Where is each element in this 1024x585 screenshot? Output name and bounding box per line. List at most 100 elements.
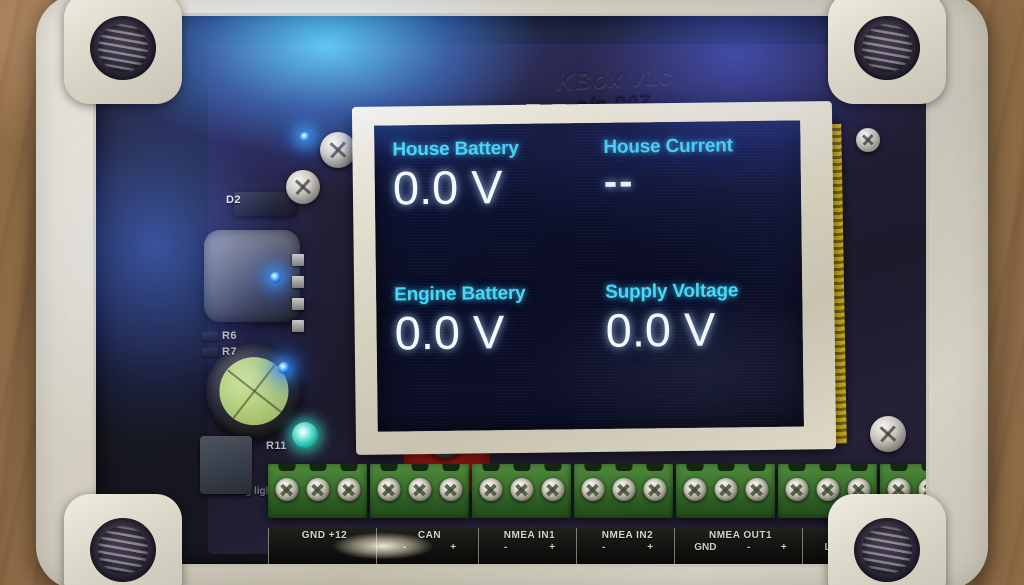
smd-resistor	[202, 332, 218, 341]
corner-mounting-hole-top-right	[828, 0, 946, 104]
terminal-position[interactable]	[577, 464, 608, 514]
terminal-position[interactable]	[506, 464, 537, 514]
terminal-screw[interactable]	[306, 478, 329, 501]
terminal-screw[interactable]	[581, 478, 604, 501]
terminal-screw[interactable]	[541, 478, 564, 501]
terminal-block[interactable]	[472, 464, 571, 518]
pin-minus: -	[601, 542, 606, 553]
readout-house-current: House Current --	[587, 120, 802, 276]
photo-scene: KBox v1c s/n 007 D2 R6 R7 D5 running lig…	[0, 0, 1024, 585]
status-led-teal	[292, 422, 318, 448]
pin-minus: -	[402, 542, 407, 553]
readout-label: Engine Battery	[394, 282, 526, 306]
terminal-screw[interactable]	[714, 478, 737, 501]
mounting-screw	[320, 132, 356, 168]
readout-value: --	[603, 159, 635, 204]
readout-label: House Current	[603, 135, 733, 158]
smd-component	[292, 320, 304, 332]
pin-minus: -	[503, 542, 508, 553]
label-text: GND +12	[301, 530, 348, 541]
terminal-screw[interactable]	[479, 478, 502, 501]
readout-label: Supply Voltage	[605, 280, 739, 303]
terminal-screw[interactable]	[510, 478, 533, 501]
pin-minus: -	[747, 542, 751, 553]
smd-component	[292, 276, 304, 288]
status-led-blue	[278, 362, 290, 374]
terminal-position[interactable]	[404, 464, 435, 514]
readout-house-battery: House Battery 0.0 V	[374, 123, 589, 279]
terminal-position[interactable]	[271, 464, 302, 514]
terminal-block[interactable]	[574, 464, 673, 518]
terminal-screw[interactable]	[643, 478, 666, 501]
smd-component	[292, 254, 304, 266]
silkscreen-d2: D2	[226, 194, 241, 206]
lcd-module-frame: House Battery 0.0 V House Current -- Eng…	[351, 101, 837, 455]
terminal-screw[interactable]	[275, 478, 298, 501]
label-group-power: GND +12	[268, 528, 376, 564]
terminal-block[interactable]	[268, 464, 367, 518]
mounting-screw	[856, 128, 880, 152]
readout-engine-battery: Engine Battery 0.0 V	[376, 276, 591, 432]
label-group-nmea-in2: NMEA IN2 - +	[576, 528, 674, 564]
inductor-coil	[204, 230, 300, 322]
status-led-blue	[300, 132, 310, 142]
terminal-position[interactable]	[639, 464, 670, 514]
tactile-switch[interactable]	[200, 436, 252, 494]
terminal-screw[interactable]	[785, 478, 808, 501]
terminal-screw[interactable]	[683, 478, 706, 501]
terminal-position[interactable]	[710, 464, 741, 514]
enclosure-cavity: KBox v1c s/n 007 D2 R6 R7 D5 running lig…	[96, 16, 926, 564]
label-group-nmea-in1: NMEA IN1 - +	[478, 528, 576, 564]
lcd-screen[interactable]: House Battery 0.0 V House Current -- Eng…	[374, 120, 804, 432]
readout-supply-voltage: Supply Voltage 0.0 V	[589, 273, 804, 429]
silkscreen-r6: R6	[222, 330, 237, 342]
terminal-screw[interactable]	[408, 478, 431, 501]
lcd-readout-grid: House Battery 0.0 V House Current -- Eng…	[374, 120, 804, 431]
pin-plus: +	[450, 542, 457, 553]
smd-component	[292, 298, 304, 310]
readout-value: 0.0 V	[392, 160, 503, 215]
terminal-position[interactable]	[373, 464, 404, 514]
silkscreen-r7: R7	[222, 346, 237, 358]
label-text: NMEA IN2	[601, 530, 654, 541]
corner-mounting-hole-bottom-left	[64, 494, 182, 585]
terminal-screw[interactable]	[377, 478, 400, 501]
label-text: CAN	[417, 530, 442, 541]
pin-gnd: GND	[694, 542, 717, 553]
terminal-position[interactable]	[435, 464, 466, 514]
terminal-screw[interactable]	[612, 478, 635, 501]
terminal-position[interactable]	[608, 464, 639, 514]
mounting-screw	[286, 170, 320, 204]
terminal-block[interactable]	[676, 464, 775, 518]
status-led-blue	[270, 272, 281, 283]
corner-mounting-hole-top-left	[64, 0, 182, 104]
pin-plus: +	[780, 542, 787, 553]
label-text: NMEA OUT1	[708, 530, 773, 541]
screw-terminal-blocks[interactable]	[268, 464, 926, 518]
pin-plus: +	[549, 542, 556, 553]
label-group-nmea-out1: NMEA OUT1 GND - +	[674, 528, 802, 564]
pin-plus: +	[647, 542, 654, 553]
terminal-screw[interactable]	[439, 478, 462, 501]
smd-diode-d2	[234, 192, 296, 216]
terminal-position[interactable]	[333, 464, 364, 514]
electrolytic-capacitor	[206, 344, 302, 438]
terminal-position[interactable]	[537, 464, 568, 514]
readout-value: 0.0 V	[605, 302, 716, 357]
readout-value: 0.0 V	[394, 305, 505, 360]
terminal-position[interactable]	[475, 464, 506, 514]
readout-label: House Battery	[392, 137, 519, 161]
terminal-screw[interactable]	[745, 478, 768, 501]
terminal-screw[interactable]	[816, 478, 839, 501]
mounting-screw	[870, 416, 906, 452]
terminal-position[interactable]	[302, 464, 333, 514]
terminal-screw[interactable]	[337, 478, 360, 501]
terminal-position[interactable]	[741, 464, 772, 514]
terminal-position[interactable]	[781, 464, 812, 514]
label-text: NMEA IN1	[503, 530, 556, 541]
terminal-block[interactable]	[370, 464, 469, 518]
smd-resistor	[202, 348, 218, 357]
terminal-position[interactable]	[679, 464, 710, 514]
corner-mounting-hole-bottom-right	[828, 494, 946, 585]
silkscreen-r11: R11	[266, 440, 287, 452]
